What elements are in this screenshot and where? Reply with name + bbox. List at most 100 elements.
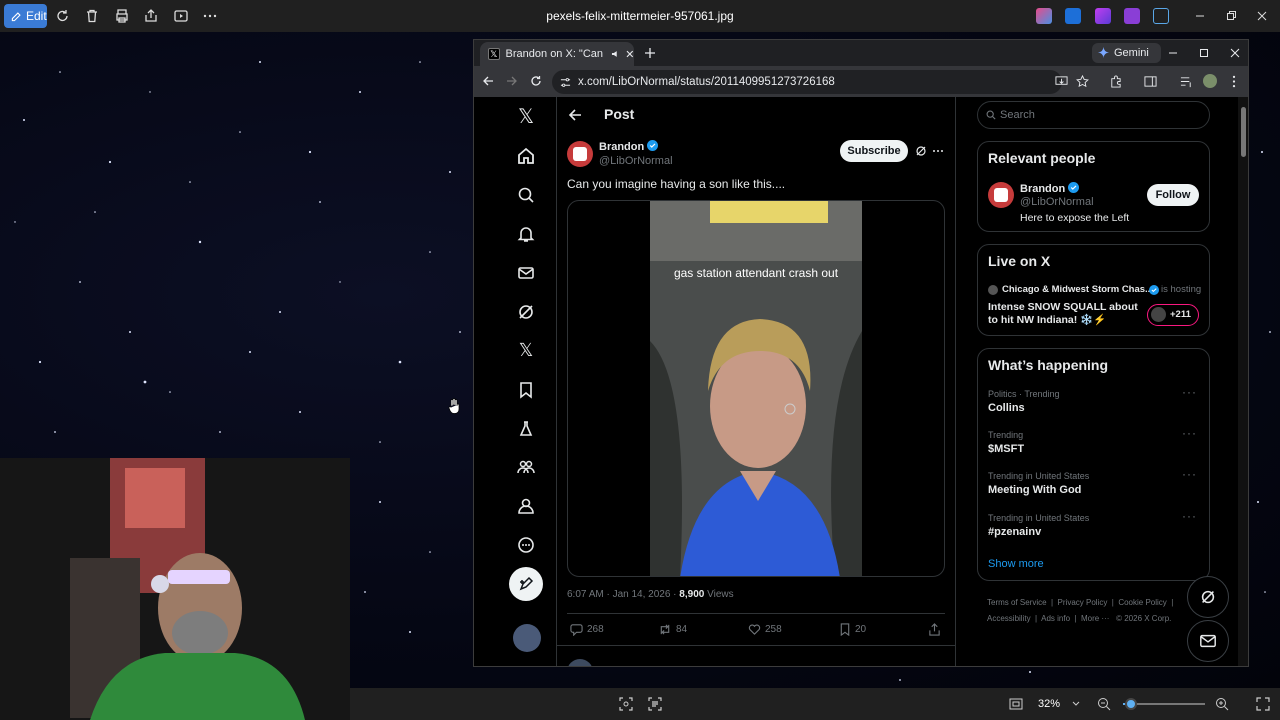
trend-more-icon[interactable]: ··· bbox=[1182, 467, 1197, 481]
profile-avatar[interactable] bbox=[1203, 74, 1217, 88]
browser-menu-icon[interactable] bbox=[1231, 75, 1237, 88]
onedrive-icon[interactable] bbox=[1153, 8, 1169, 24]
messages-icon[interactable] bbox=[516, 263, 536, 283]
tab-close-icon[interactable] bbox=[626, 50, 634, 58]
print-icon[interactable] bbox=[114, 8, 130, 24]
show-more-link[interactable]: Show more bbox=[988, 558, 1044, 570]
scrollbar-thumb[interactable] bbox=[1241, 107, 1246, 157]
trend-item[interactable]: Politics · Trending Collins ··· bbox=[978, 385, 1209, 425]
trend-name: Meeting With God bbox=[988, 484, 1082, 496]
back-icon[interactable] bbox=[482, 75, 494, 87]
footer-privacy-link[interactable]: Privacy Policy bbox=[1058, 598, 1108, 607]
viewer-close-icon[interactable] bbox=[1254, 8, 1270, 24]
live-listeners-button[interactable]: +211 bbox=[1147, 304, 1199, 326]
grok-float-button[interactable] bbox=[1187, 576, 1229, 618]
footer-cookie-link[interactable]: Cookie Policy bbox=[1118, 598, 1166, 607]
delete-icon[interactable] bbox=[84, 8, 100, 24]
zoom-in-icon[interactable] bbox=[1214, 696, 1230, 712]
viewer-minimize-icon[interactable] bbox=[1192, 8, 1208, 24]
follow-button[interactable]: Follow bbox=[1147, 184, 1199, 206]
edit-button[interactable]: Edit bbox=[4, 4, 47, 28]
video-editor-icon[interactable] bbox=[1124, 8, 1140, 24]
profile-icon[interactable] bbox=[516, 496, 536, 516]
bookmark-button[interactable]: 20 bbox=[839, 623, 866, 636]
trend-more-icon[interactable]: ··· bbox=[1182, 509, 1197, 523]
trend-more-icon[interactable]: ··· bbox=[1182, 385, 1197, 399]
share-post-icon[interactable] bbox=[928, 623, 941, 636]
relevant-handle[interactable]: @LibOrNormal bbox=[1020, 196, 1094, 208]
account-avatar[interactable] bbox=[513, 624, 541, 652]
install-app-icon[interactable] bbox=[1055, 75, 1068, 88]
bookmark-star-icon[interactable] bbox=[1076, 75, 1089, 88]
footer-terms-link[interactable]: Terms of Service bbox=[987, 598, 1047, 607]
tab-x-post[interactable]: 𝕏 Brandon on X: "Can you im bbox=[480, 42, 634, 66]
like-button[interactable]: 258 bbox=[748, 623, 782, 636]
side-panel-icon[interactable] bbox=[1144, 75, 1157, 88]
more-options-icon[interactable] bbox=[202, 8, 218, 24]
trend-item[interactable]: Trending $MSFT ··· bbox=[978, 426, 1209, 466]
copilot-icon[interactable] bbox=[1036, 8, 1052, 24]
author-handle[interactable]: @LibOrNormal bbox=[599, 155, 673, 167]
gemini-button[interactable]: Gemini bbox=[1092, 43, 1161, 63]
post-video[interactable]: gas station attendant crash out bbox=[567, 200, 945, 577]
compose-post-button[interactable] bbox=[509, 567, 543, 601]
more-icon[interactable] bbox=[516, 535, 536, 555]
visual-search-icon[interactable] bbox=[618, 696, 634, 712]
fullscreen-icon[interactable] bbox=[1255, 696, 1271, 712]
search-input[interactable]: Search bbox=[977, 101, 1210, 129]
home-icon[interactable] bbox=[516, 146, 536, 166]
relevant-name-row[interactable]: Brandon bbox=[1020, 182, 1080, 195]
browser-minimize-icon[interactable] bbox=[1168, 48, 1178, 58]
reply-button[interactable]: 268 bbox=[570, 623, 604, 636]
viewer-restore-icon[interactable] bbox=[1223, 8, 1239, 24]
trend-item[interactable]: Trending in United States #pzenainv ··· bbox=[978, 509, 1209, 549]
clipchamp-icon[interactable] bbox=[1095, 8, 1111, 24]
post-timestamp[interactable]: 6:07 AM · Jan 14, 2026 · bbox=[567, 589, 679, 600]
trend-item[interactable]: Trending in United States Meeting With G… bbox=[978, 467, 1209, 507]
fit-to-window-icon[interactable] bbox=[1008, 696, 1024, 712]
communities-icon[interactable] bbox=[516, 457, 536, 477]
viewer-bottom-bar: 32% bbox=[350, 688, 1280, 720]
url-field[interactable]: x.com/LibOrNormal/status/201140995127372… bbox=[552, 70, 1062, 94]
bookmarks-icon[interactable] bbox=[516, 380, 536, 400]
forward-icon[interactable] bbox=[506, 75, 518, 87]
site-info-icon[interactable] bbox=[560, 77, 571, 88]
jobs-icon[interactable] bbox=[516, 419, 536, 439]
live-space-title[interactable]: Intense SNOW SQUALL about to hit NW Indi… bbox=[988, 301, 1138, 327]
footer-more-link[interactable]: More ··· bbox=[1081, 614, 1109, 623]
zoom-slider-thumb[interactable] bbox=[1125, 698, 1137, 710]
premium-icon[interactable]: 𝕏 bbox=[516, 340, 536, 360]
page-scrollbar[interactable] bbox=[1238, 97, 1248, 666]
repost-button[interactable]: 84 bbox=[658, 623, 687, 636]
trend-more-icon[interactable]: ··· bbox=[1182, 426, 1197, 440]
slideshow-icon[interactable] bbox=[173, 8, 189, 24]
grok-explain-icon[interactable] bbox=[915, 145, 927, 157]
audio-playing-icon[interactable] bbox=[611, 49, 621, 59]
media-controls-icon[interactable] bbox=[1180, 75, 1193, 88]
zoom-dropdown[interactable]: 32% bbox=[1032, 692, 1084, 716]
notifications-icon[interactable] bbox=[516, 224, 536, 244]
x-logo-icon[interactable]: 𝕏 bbox=[516, 107, 536, 127]
browser-close-icon[interactable] bbox=[1230, 48, 1240, 58]
footer-accessibility-link[interactable]: Accessibility bbox=[987, 614, 1031, 623]
grok-icon[interactable] bbox=[516, 302, 536, 322]
explore-icon[interactable] bbox=[516, 185, 536, 205]
share-icon[interactable] bbox=[143, 8, 159, 24]
reload-icon[interactable] bbox=[530, 75, 542, 87]
zoom-out-icon[interactable] bbox=[1096, 696, 1112, 712]
designer-icon[interactable] bbox=[1065, 8, 1081, 24]
relevant-avatar[interactable] bbox=[988, 182, 1014, 208]
post-more-icon[interactable] bbox=[932, 149, 944, 153]
subscribe-button[interactable]: Subscribe bbox=[840, 140, 908, 162]
browser-maximize-icon[interactable] bbox=[1199, 48, 1209, 58]
rotate-icon[interactable] bbox=[55, 8, 71, 24]
post-back-icon[interactable] bbox=[568, 108, 582, 122]
author-avatar[interactable] bbox=[567, 141, 593, 167]
new-tab-icon[interactable] bbox=[644, 47, 656, 59]
text-scan-icon[interactable] bbox=[647, 696, 663, 712]
author-name-row[interactable]: Brandon bbox=[599, 140, 659, 153]
live-host-name[interactable]: Chicago & Midwest Storm Chas... bbox=[1002, 284, 1150, 295]
footer-ads-link[interactable]: Ads info bbox=[1041, 614, 1070, 623]
messages-float-button[interactable] bbox=[1187, 620, 1229, 662]
extensions-icon[interactable] bbox=[1109, 75, 1122, 88]
